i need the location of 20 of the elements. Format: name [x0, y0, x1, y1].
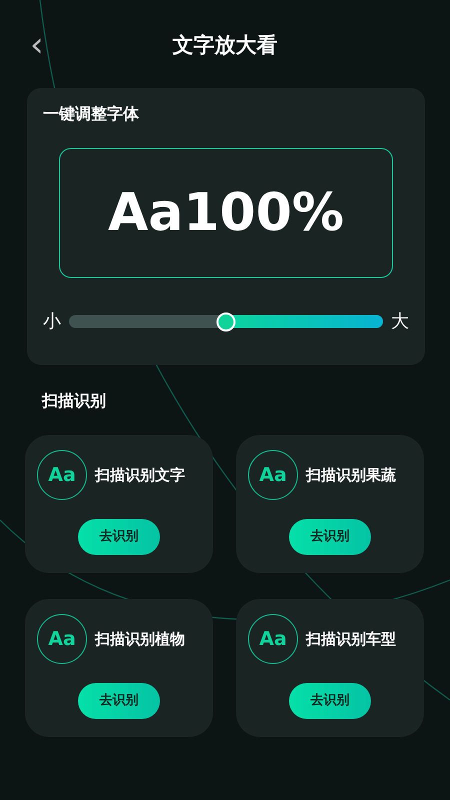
aa-icon: Aa [248, 614, 298, 664]
card-title: 一键调整字体 [43, 103, 140, 125]
recognize-button[interactable]: 去识别 [289, 683, 371, 719]
section-title: 扫描识别 [42, 390, 107, 412]
aa-icon: Aa [248, 450, 298, 500]
recognize-button[interactable]: 去识别 [78, 683, 160, 719]
font-preview: Aa100% [59, 148, 393, 278]
scan-label: 扫描识别文字 [95, 464, 185, 486]
max-label: 大 [391, 310, 409, 334]
scan-label: 扫描识别果蔬 [306, 464, 396, 486]
recognize-button[interactable]: 去识别 [289, 519, 371, 555]
back-button[interactable]: ‹ [26, 30, 48, 60]
aa-icon: Aa [37, 614, 87, 664]
scan-label: 扫描识别植物 [95, 628, 185, 650]
page-title: 文字放大看 [172, 32, 278, 59]
min-label: 小 [43, 310, 61, 334]
aa-icon: Aa [37, 450, 87, 500]
scan-label: 扫描识别车型 [306, 628, 396, 650]
slider-thumb[interactable] [216, 312, 236, 331]
recognize-button[interactable]: 去识别 [78, 519, 160, 555]
